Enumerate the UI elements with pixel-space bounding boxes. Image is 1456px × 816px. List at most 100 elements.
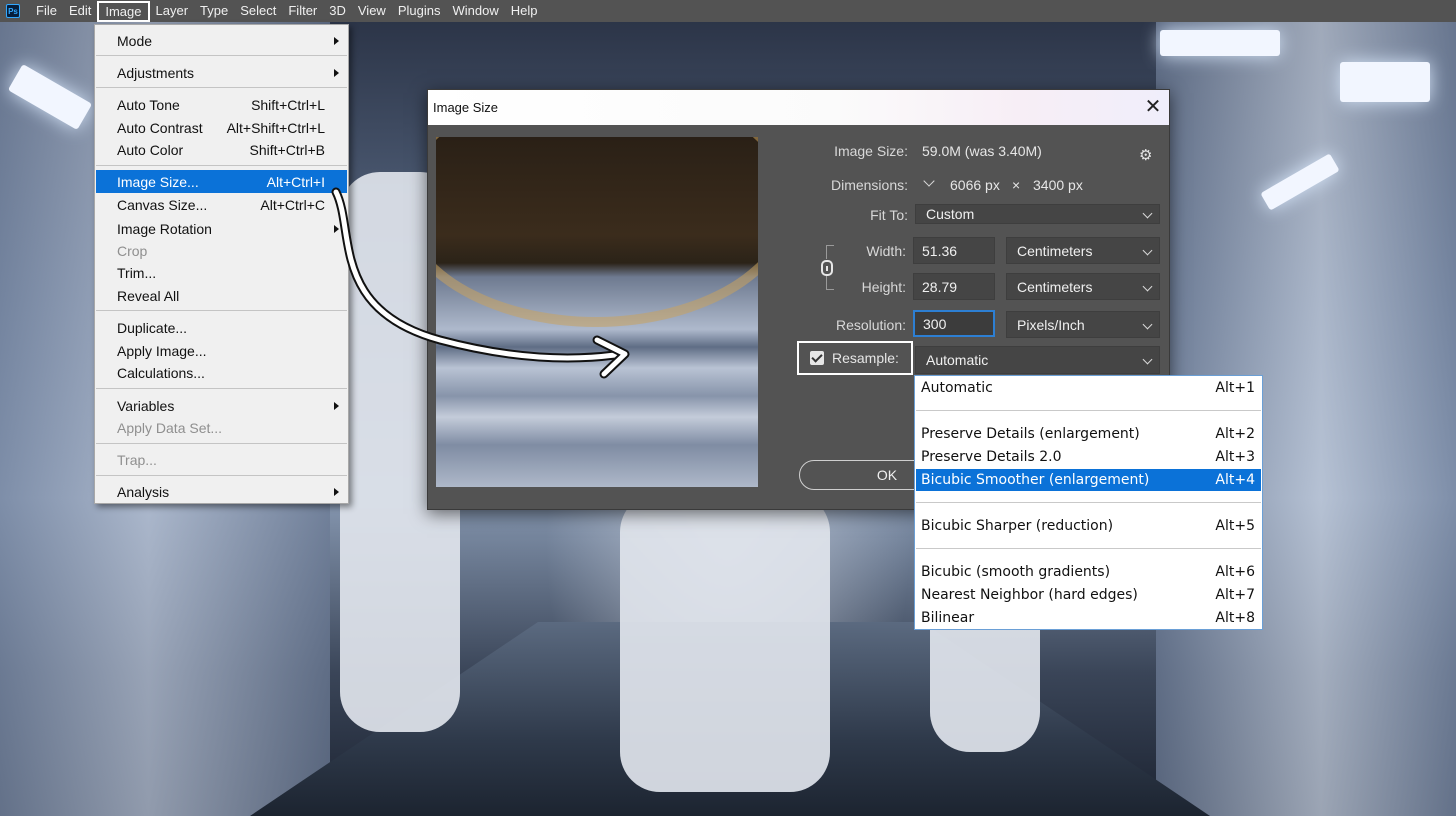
close-icon[interactable]: ✕	[1143, 97, 1163, 117]
menu-separator	[96, 475, 347, 476]
menu-item-analysis[interactable]: Analysis	[96, 480, 347, 503]
menu-item-apply-data-set: Apply Data Set...	[96, 416, 347, 439]
astronaut-figure	[620, 492, 830, 792]
menu-type[interactable]: Type	[194, 0, 234, 22]
menu-item-trim[interactable]: Trim...	[96, 261, 347, 284]
resample-option[interactable]: Bicubic (smooth gradients) Alt+6	[916, 561, 1261, 583]
resolution-unit-value: Pixels/Inch	[1017, 316, 1085, 333]
dialog-title: Image Size	[433, 100, 499, 115]
option-shortcut: Alt+3	[1215, 449, 1255, 465]
menu-item-shortcut: Shift+Ctrl+L	[251, 96, 325, 113]
resample-select[interactable]: Automatic	[915, 346, 1160, 374]
menu-image[interactable]: Image	[97, 0, 150, 22]
resample-option[interactable]: Automatic Alt+1	[916, 377, 1261, 399]
chevron-down-icon[interactable]	[921, 176, 937, 192]
image-preview[interactable]	[436, 137, 758, 487]
menu-item-label: Analysis	[117, 483, 170, 500]
resample-option[interactable]: Preserve Details 2.0 Alt+3	[916, 446, 1261, 468]
height-unit-value: Centimeters	[1017, 278, 1093, 295]
chevron-down-icon	[1142, 281, 1153, 292]
menu-item-apply-image[interactable]: Apply Image...	[96, 339, 347, 362]
menu-separator	[96, 388, 347, 389]
menu-item-auto-color[interactable]: Auto Color Shift+Ctrl+B	[96, 138, 347, 161]
resample-option[interactable]: Bilinear Alt+8	[916, 607, 1261, 629]
option-label: Nearest Neighbor (hard edges)	[921, 587, 1138, 603]
menu-item-adjustments[interactable]: Adjustments	[96, 61, 347, 84]
menu-item-label: Apply Data Set...	[117, 419, 223, 436]
menu-item-auto-tone[interactable]: Auto Tone Shift+Ctrl+L	[96, 93, 347, 116]
image-size-value: 59.0M (was 3.40M)	[922, 143, 1042, 159]
menu-item-shortcut: Alt+Ctrl+C	[260, 196, 325, 213]
menu-item-image-size[interactable]: Image Size... Alt+Ctrl+I	[96, 170, 347, 193]
ceiling-light	[1340, 62, 1430, 102]
fit-to-select[interactable]: Custom	[915, 204, 1160, 224]
option-shortcut: Alt+4	[1215, 472, 1255, 488]
menu-file[interactable]: File	[30, 0, 63, 22]
image-menu-dropdown: Mode Adjustments Auto Tone Shift+Ctrl+L …	[94, 24, 349, 504]
menu-item-auto-contrast[interactable]: Auto Contrast Alt+Shift+Ctrl+L	[96, 116, 347, 139]
resolution-unit-select[interactable]: Pixels/Inch	[1006, 311, 1160, 338]
link-chain-icon[interactable]	[821, 260, 833, 276]
dialog-titlebar[interactable]: Image Size ✕	[428, 90, 1169, 125]
width-unit-value: Centimeters	[1017, 242, 1093, 259]
menu-item-label: Auto Contrast	[117, 119, 203, 136]
menu-item-shortcut: Alt+Ctrl+I	[266, 173, 325, 190]
menu-item-variables[interactable]: Variables	[96, 394, 347, 417]
height-unit-select[interactable]: Centimeters	[1006, 273, 1160, 300]
option-shortcut: Alt+6	[1215, 564, 1255, 580]
width-label: Width:	[866, 243, 906, 259]
chevron-down-icon	[1142, 319, 1153, 330]
menu-bar: Ps File Edit Image Layer Type Select Fil…	[0, 0, 1456, 22]
menu-plugins[interactable]: Plugins	[392, 0, 447, 22]
photoshop-logo-icon: Ps	[6, 4, 20, 18]
resample-checkbox-group[interactable]: Resample:	[797, 341, 913, 375]
image-size-label: Image Size:	[834, 143, 908, 159]
dimensions-height: 3400 px	[1033, 177, 1083, 193]
submenu-arrow-icon	[334, 488, 339, 496]
menu-item-image-rotation[interactable]: Image Rotation	[96, 217, 347, 240]
fit-to-value: Custom	[926, 206, 975, 222]
menu-select[interactable]: Select	[234, 0, 282, 22]
menu-window[interactable]: Window	[446, 0, 504, 22]
menu-item-canvas-size[interactable]: Canvas Size... Alt+Ctrl+C	[96, 193, 347, 216]
menu-item-duplicate[interactable]: Duplicate...	[96, 316, 347, 339]
menu-item-label: Duplicate...	[117, 319, 188, 336]
menu-item-label: Trim...	[117, 264, 157, 281]
resolution-input[interactable]: 300	[913, 310, 995, 337]
width-input[interactable]: 51.36	[913, 237, 995, 264]
option-label: Preserve Details (enlargement)	[921, 426, 1140, 442]
menu-help[interactable]: Help	[505, 0, 544, 22]
menu-3d[interactable]: 3D	[323, 0, 352, 22]
height-input[interactable]: 28.79	[913, 273, 995, 300]
menu-item-shortcut: Shift+Ctrl+B	[249, 141, 325, 158]
menu-item-calculations[interactable]: Calculations...	[96, 361, 347, 384]
option-label: Automatic	[921, 380, 993, 396]
resample-option[interactable]: Preserve Details (enlargement) Alt+2	[916, 423, 1261, 445]
menu-view[interactable]: View	[352, 0, 392, 22]
resample-option[interactable]: Bicubic Sharper (reduction) Alt+5	[916, 515, 1261, 537]
width-unit-select[interactable]: Centimeters	[1006, 237, 1160, 264]
option-shortcut: Alt+1	[1215, 380, 1255, 396]
resample-option-selected[interactable]: Bicubic Smoother (enlargement) Alt+4	[916, 469, 1261, 491]
menu-layer[interactable]: Layer	[150, 0, 195, 22]
menu-item-label: Image Rotation	[117, 220, 212, 237]
height-label: Height:	[861, 279, 906, 295]
gear-icon[interactable]: ⚙	[1139, 146, 1152, 164]
dimensions-label: Dimensions:	[830, 177, 908, 193]
menu-separator	[96, 55, 347, 56]
menu-item-reveal-all[interactable]: Reveal All	[96, 284, 347, 307]
dimensions-width: 6066 px	[950, 177, 1000, 193]
resample-checkbox[interactable]	[810, 351, 824, 365]
menu-item-label: Crop	[117, 242, 148, 259]
menu-item-label: Mode	[117, 32, 153, 49]
menu-item-mode[interactable]: Mode	[96, 29, 347, 52]
menu-item-trap: Trap...	[96, 448, 347, 471]
option-label: Bicubic (smooth gradients)	[921, 564, 1111, 580]
resample-option[interactable]: Nearest Neighbor (hard edges) Alt+7	[916, 584, 1261, 606]
menu-filter[interactable]: Filter	[282, 0, 323, 22]
menu-item-label: Image Size...	[117, 173, 199, 190]
menu-edit[interactable]: Edit	[63, 0, 97, 22]
resample-options-list: Automatic Alt+1 Preserve Details (enlarg…	[914, 375, 1263, 630]
option-label: Preserve Details 2.0	[921, 449, 1062, 465]
submenu-arrow-icon	[334, 69, 339, 77]
